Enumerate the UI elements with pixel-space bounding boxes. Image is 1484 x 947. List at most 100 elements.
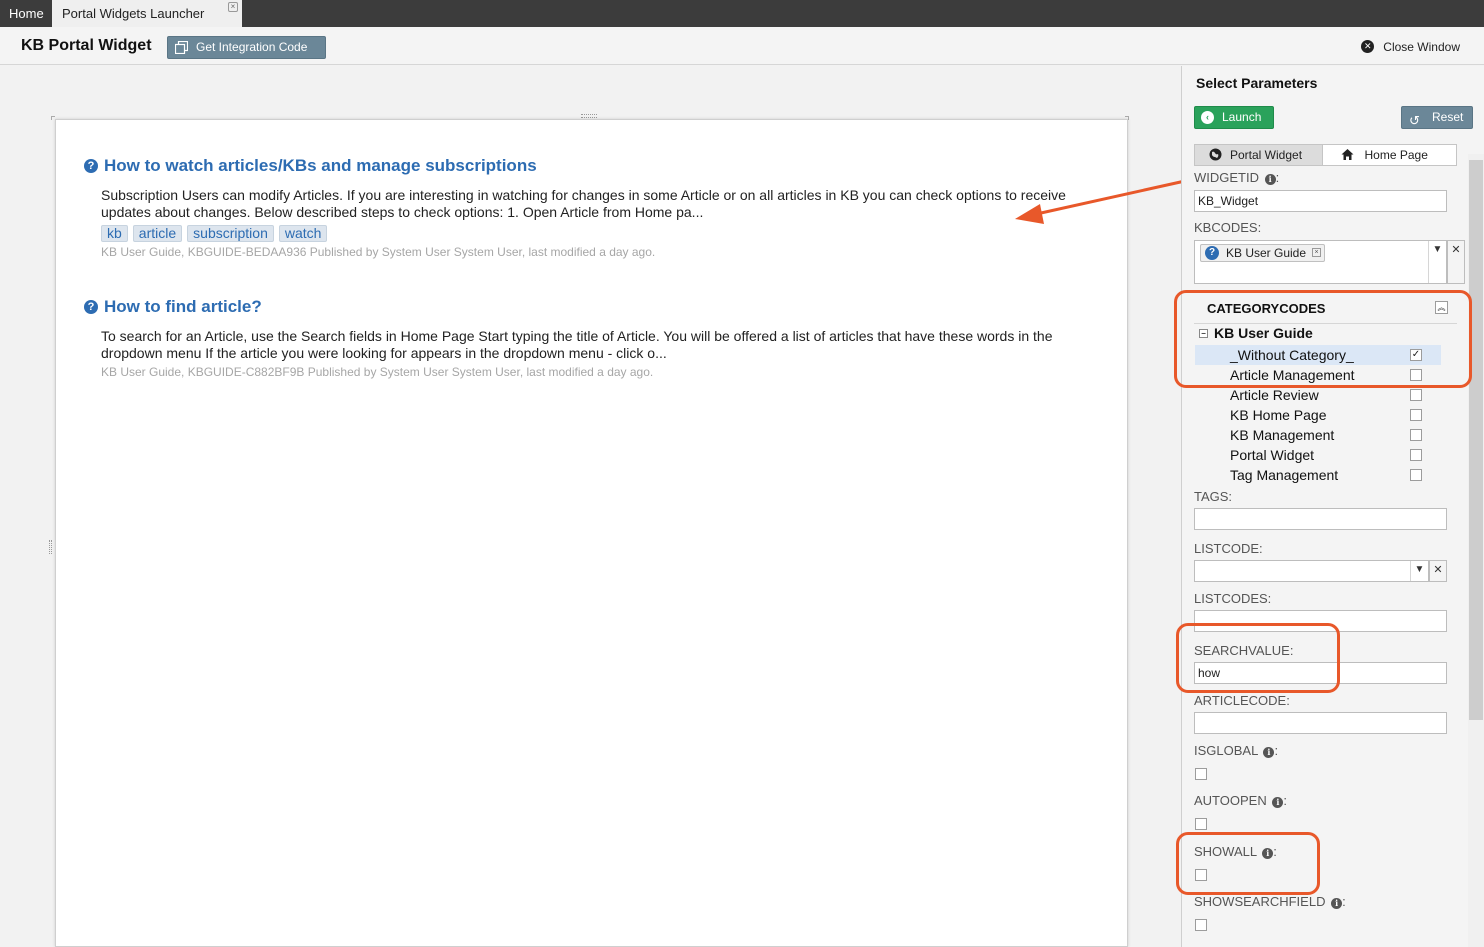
tree-item[interactable]: KB Home Page [1195,405,1441,425]
article-snippet: Subscription Users can modify Articles. … [101,187,1066,220]
remove-chip-icon[interactable]: × [1312,248,1322,257]
tree-item-checkbox[interactable] [1410,389,1422,401]
clear-listcode-icon[interactable]: ✕ [1429,560,1447,582]
get-integration-code-button[interactable]: Get Integration Code [167,36,326,59]
portal-widget-label: Portal Widget [1230,148,1303,162]
isglobal-checkbox[interactable] [1195,768,1207,780]
info-icon[interactable]: i [1264,174,1276,185]
undo-icon: ↺ [1409,113,1420,128]
tree-item-checkbox[interactable] [1410,429,1422,441]
copy-icon [175,41,188,54]
page-title: KB Portal Widget [21,37,152,54]
tree-item-label: Article Review [1230,387,1319,403]
highlight-showall [1176,832,1320,895]
tag-chip[interactable]: watch [278,225,328,242]
tree-item-checkbox[interactable] [1410,449,1422,461]
home-page-label: Home Page [1364,148,1428,162]
tab-home[interactable]: Home [0,0,54,27]
tree-item-label: KB Home Page [1230,407,1327,423]
info-icon[interactable]: i [1272,797,1284,808]
tree-item-label: KB Management [1230,427,1335,443]
tag-chip[interactable]: kb [101,225,128,242]
article-meta: KB User Guide, KBGUIDE-C882BF9B Publishe… [101,365,654,379]
widget-preview-frame: ? How to watch articles/KBs and manage s… [55,119,1128,947]
preview-area: ? How to watch articles/KBs and manage s… [0,66,1186,947]
isglobal-label: ISGLOBAL i: [1194,743,1279,758]
reset-button[interactable]: ↺ Reset [1401,106,1473,129]
article-title-text[interactable]: How to find article? [104,297,262,316]
tree-item[interactable]: KB Management [1195,425,1441,445]
article-meta: KB User Guide, KBGUIDE-BEDAA936 Publishe… [101,245,656,259]
panel-title: Select Parameters [1196,75,1318,91]
showsearchfield-label-text: SHOWSEARCHFIELD [1194,894,1326,909]
article-title[interactable]: ? How to find article? [84,297,1104,317]
article-item: ? How to watch articles/KBs and manage s… [84,156,1104,259]
scrollbar-thumb[interactable] [1469,160,1483,720]
panel-scrollbar[interactable] [1468,154,1484,947]
tab-home-page[interactable]: Home Page [1323,145,1457,165]
article-item: ? How to find article? To search for an … [84,297,1104,379]
tab-label: Portal Widgets Launcher [62,6,205,21]
article-tags: kb article subscription watch [101,225,1104,242]
autoopen-label: AUTOOPEN i: [1194,793,1287,808]
tree-item-checkbox[interactable] [1410,409,1422,421]
tree-item-checkbox[interactable] [1410,469,1422,481]
kbcodes-label: KBCODES: [1194,220,1262,235]
tab-close-icon[interactable]: × [228,2,238,12]
highlight-searchvalue [1176,623,1340,693]
listcodes-label: LISTCODES: [1194,591,1272,606]
question-icon: ? [84,300,98,314]
highlight-categorycodes [1174,290,1472,388]
integration-button-label: Get Integration Code [196,40,308,54]
close-window-label: Close Window [1383,40,1460,54]
page-header: KB Portal Widget Get Integration Code ✕ … [0,27,1484,65]
autoopen-checkbox[interactable] [1195,818,1207,830]
listcode-select[interactable]: ▼ [1194,560,1429,582]
article-title[interactable]: ? How to watch articles/KBs and manage s… [84,156,1104,176]
isglobal-label-text: ISGLOBAL [1194,743,1258,758]
articlecode-label: ARTICLECODE: [1194,693,1290,708]
kbcode-chip: ? KB User Guide × [1200,244,1326,262]
tab-bar: Home Portal Widgets Launcher × [0,0,1484,27]
kbcodes-multiselect[interactable]: ? KB User Guide × ▼ [1194,240,1447,284]
launch-label: Launch [1222,110,1262,124]
article-title-text[interactable]: How to watch articles/KBs and manage sub… [104,156,537,175]
tree-item-label: Tag Management [1230,467,1339,483]
home-icon [1341,148,1354,161]
widgetid-label-text: WIDGETID [1194,170,1259,185]
question-icon: ? [84,159,98,173]
clear-kbcodes-icon[interactable]: ✕ [1447,240,1465,284]
close-circle-icon: ✕ [1361,40,1375,53]
info-icon[interactable]: i [1263,747,1275,758]
launch-button[interactable]: ‹ Launch [1194,106,1274,129]
resize-handle-left[interactable] [49,540,52,554]
article-snippet: To search for an Article, use the Search… [101,328,1053,361]
tags-label: TAGS: [1194,489,1233,504]
autoopen-label-text: AUTOOPEN [1194,793,1267,808]
arrow-left-circle-icon: ‹ [1201,111,1214,124]
globe-icon [1209,148,1222,161]
tree-item[interactable]: Portal Widget [1195,445,1441,465]
info-icon[interactable]: i [1331,898,1343,909]
parameters-panel: Select Parameters ‹ Launch ↺ Reset Porta… [1174,66,1484,947]
chevron-down-icon[interactable]: ▼ [1410,561,1428,581]
tree-item-label: Portal Widget [1230,447,1315,463]
showsearchfield-label: SHOWSEARCHFIELD i: [1194,894,1346,909]
widget-type-toggle: Portal Widget Home Page [1194,144,1457,166]
tag-chip[interactable]: subscription [187,225,274,242]
tree-item[interactable]: Tag Management [1195,465,1441,485]
close-window-button[interactable]: ✕ Close Window [1361,40,1460,54]
listcode-label: LISTCODE: [1194,541,1263,556]
tags-input[interactable] [1194,508,1447,530]
articlecode-input[interactable] [1194,712,1447,734]
showsearchfield-checkbox[interactable] [1195,919,1207,931]
widgetid-input[interactable]: KB_Widget [1194,190,1447,212]
tab-portal-widget[interactable]: Portal Widget [1195,145,1323,165]
resize-handle-top[interactable] [581,114,597,118]
tag-chip[interactable]: article [132,225,183,242]
tree-item[interactable]: Article Review [1195,385,1441,405]
question-icon: ? [1205,246,1219,260]
chevron-down-icon[interactable]: ▼ [1428,241,1446,283]
annotation-arrow [1015,179,1186,224]
tab-portal-widgets-launcher[interactable]: Portal Widgets Launcher × [52,0,242,27]
